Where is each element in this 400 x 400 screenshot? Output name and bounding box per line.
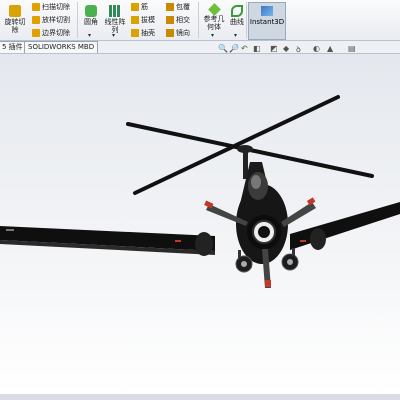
tab-solidworks-mbd[interactable]: SOLIDWORKS MBD <box>24 41 99 53</box>
revolve-cut-label: 旋转切 除 <box>4 18 26 34</box>
rib-icon <box>131 3 139 11</box>
section-view-icon[interactable]: ◧ <box>253 44 261 53</box>
wrap-button[interactable]: 包覆 <box>166 3 190 11</box>
boundary-cut-label: 边界切除 <box>42 29 70 37</box>
instant3d-label: Instant3D <box>249 18 285 26</box>
graphics-area[interactable] <box>0 54 400 394</box>
fillet-dropdown[interactable]: ▾ <box>88 32 91 39</box>
sweep-cut-label: 扫描切除 <box>42 3 70 11</box>
rib-button[interactable]: 筋 <box>131 3 148 11</box>
shell-icon <box>131 29 139 37</box>
revolve-cut-button[interactable]: 旋转切 除 <box>2 4 28 34</box>
mirror-label: 镜向 <box>176 29 190 37</box>
wrap-icon <box>166 3 174 11</box>
boundary-cut-icon <box>32 29 40 37</box>
view-orientation-icon[interactable]: ◩ <box>270 44 278 53</box>
linear-pattern-icon <box>109 5 121 17</box>
intersect-icon <box>166 16 174 24</box>
tab-plugins[interactable]: 5 插件 <box>0 41 27 53</box>
boundary-cut-button[interactable]: 边界切除 <box>32 29 70 37</box>
command-manager-ribbon: 旋转切 除 扫描切除 放样切割 边界切除 圆角 ▾ 线性阵 列 ▾ 筋 拔模 抽… <box>0 0 400 41</box>
intersect-button[interactable]: 相交 <box>166 16 190 24</box>
status-strip <box>0 394 400 400</box>
mirror-button[interactable]: 镜向 <box>166 29 190 37</box>
curves-icon <box>231 5 243 17</box>
instant3d-icon <box>261 6 273 16</box>
edit-appearance-icon[interactable]: ◐ <box>313 44 320 53</box>
zoom-to-fit-icon[interactable]: 🔍 <box>218 44 228 53</box>
loft-cut-button[interactable]: 放样切割 <box>32 16 70 24</box>
linear-pattern-button[interactable]: 线性阵 列 <box>102 4 128 34</box>
loft-cut-label: 放样切割 <box>42 16 70 24</box>
sweep-cut-button[interactable]: 扫描切除 <box>32 3 70 11</box>
rib-label: 筋 <box>141 3 148 11</box>
intersect-label: 相交 <box>176 16 190 24</box>
reference-geometry-label: 参考几 何体 <box>203 15 225 31</box>
linear-pattern-dropdown[interactable]: ▾ <box>112 32 115 39</box>
curves-dropdown[interactable]: ▾ <box>234 32 237 39</box>
reference-geometry-icon <box>207 3 221 16</box>
shell-label: 抽壳 <box>141 29 155 37</box>
separator <box>246 2 247 38</box>
apply-scene-icon[interactable]: ▲ <box>327 44 333 53</box>
previous-view-icon[interactable]: ↶ <box>241 44 248 53</box>
zoom-area-icon[interactable]: 🔎 <box>229 44 239 53</box>
curves-label: 曲线 <box>230 18 244 26</box>
fillet-label: 圆角 <box>84 18 98 26</box>
sweep-cut-icon <box>32 3 40 11</box>
mirror-icon <box>166 29 174 37</box>
shell-button[interactable]: 抽壳 <box>131 29 155 37</box>
airplane-model <box>0 95 400 288</box>
draft-icon <box>131 16 139 24</box>
fillet-button[interactable]: 圆角 <box>78 4 104 26</box>
display-style-icon[interactable]: ◆ <box>283 44 289 53</box>
loft-cut-icon <box>32 16 40 24</box>
reference-geometry-dropdown[interactable]: ▾ <box>211 32 214 39</box>
draft-label: 拔模 <box>141 16 155 24</box>
instant3d-button[interactable]: Instant3D <box>248 2 286 40</box>
wrap-label: 包覆 <box>176 3 190 11</box>
fillet-icon <box>85 5 97 17</box>
separator <box>198 2 199 38</box>
draft-button[interactable]: 拔模 <box>131 16 155 24</box>
revolve-cut-icon <box>9 5 21 17</box>
view-settings-icon[interactable]: ▤ <box>348 44 356 53</box>
command-tabs: 5 插件 SOLIDWORKS MBD <box>0 41 400 54</box>
